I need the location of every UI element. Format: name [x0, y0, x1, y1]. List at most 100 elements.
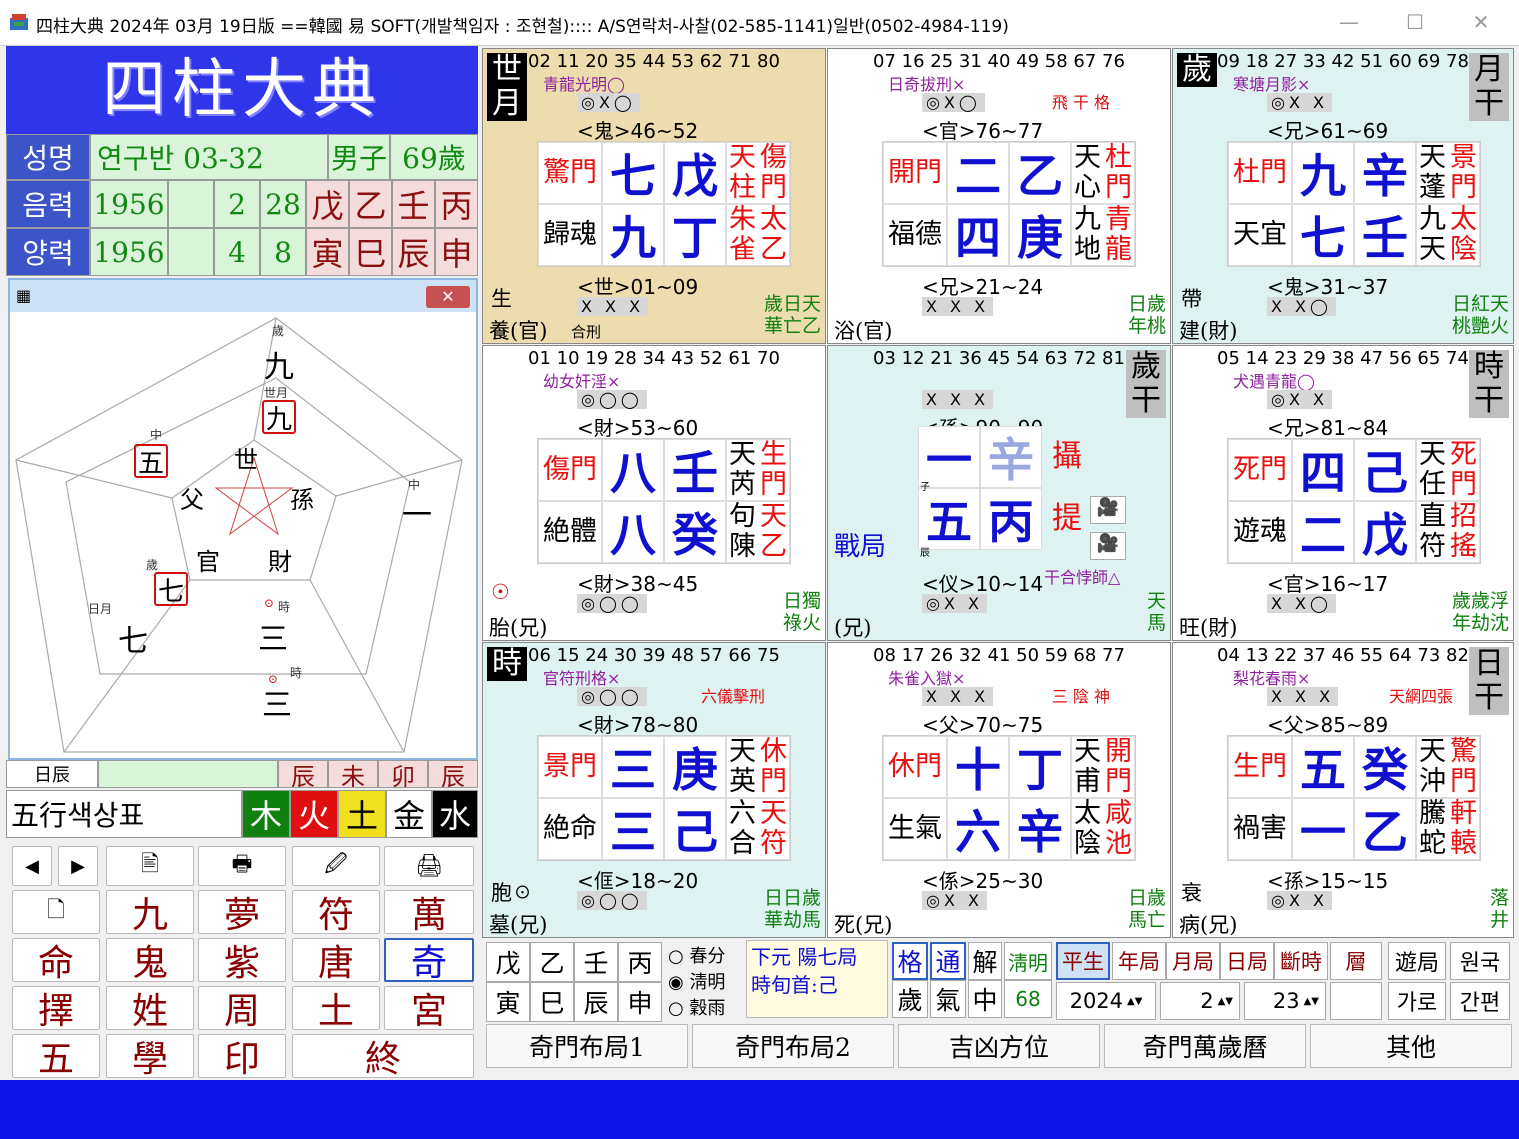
option-tong[interactable]: 通: [930, 942, 966, 980]
camera-icon[interactable]: 🎥: [1090, 496, 1126, 524]
day-ju-button[interactable]: 日局: [1220, 942, 1274, 980]
palace-9[interactable]: 04 13 22 37 46 55 64 73 82 梨花春雨× 天網四張 X X X…: [1172, 642, 1514, 938]
print-icon[interactable]: 🖶: [198, 846, 286, 886]
name-field[interactable]: 연구반 03-32: [90, 134, 328, 180]
printer-icon[interactable]: 🖨: [384, 846, 474, 886]
ziwei-button[interactable]: 紫: [198, 938, 286, 984]
calendar-button[interactable]: 萬: [384, 890, 474, 936]
month-ju-button[interactable]: 月局: [1166, 942, 1220, 980]
dream-button[interactable]: 夢: [198, 890, 286, 936]
palace-symbol: 傷門: [538, 439, 602, 501]
next-button[interactable]: ▶: [58, 846, 98, 886]
palace-numbers: 08 17 26 32 41 50 59 68 77: [873, 645, 1125, 666]
layer-button[interactable]: 層: [1330, 942, 1382, 980]
palace-1[interactable]: 02 11 20 35 44 53 62 71 80 青龍光明◯ ◎X◯ <鬼>46~…: [482, 48, 826, 344]
palace-5[interactable]: 03 12 21 36 45 54 63 72 81X X X<孫>90~90一…: [827, 345, 1171, 641]
ghost-button[interactable]: 鬼: [106, 938, 194, 984]
earth-button[interactable]: 土: [292, 986, 380, 1032]
option-jie[interactable]: 解: [968, 942, 1002, 980]
lunar-leap[interactable]: [168, 180, 214, 228]
horizontal-button[interactable]: 가로: [1388, 982, 1446, 1020]
tab-fortune-direction[interactable]: 吉凶方位: [898, 1024, 1100, 1068]
talisman-button[interactable]: 符: [292, 890, 380, 936]
simple-button[interactable]: 간편: [1450, 982, 1510, 1020]
close-icon[interactable]: ✕: [1466, 10, 1496, 36]
palace-6[interactable]: 05 14 23 29 38 47 56 65 74 犬遇青龍◯ ◎X X <兄>81…: [1172, 345, 1514, 641]
palace-symbol-char: 地: [1074, 234, 1101, 265]
prev-button[interactable]: ◀: [12, 846, 52, 886]
hour-ju-button[interactable]: 斷時: [1274, 942, 1328, 980]
palace-symbol-char: 心: [1074, 172, 1101, 203]
seal-button[interactable]: 印: [198, 1034, 286, 1080]
lunar-year[interactable]: 1956: [90, 180, 168, 228]
camera-icon[interactable]: 🎥: [1090, 532, 1126, 560]
lower-left-number: 七: [154, 572, 188, 607]
option-ge[interactable]: 格: [892, 942, 928, 980]
palace-3[interactable]: 09 18 27 33 42 51 60 69 78 寒塘月影× ◎X X <兄>61…: [1172, 48, 1514, 344]
solar-year[interactable]: 1956: [90, 228, 168, 276]
tab-qimen-calendar[interactable]: 奇門萬歲曆: [1104, 1024, 1306, 1068]
five-button[interactable]: 五: [12, 1034, 100, 1080]
palace-numbers: 05 14 23 29 38 47 56 65 74: [1217, 348, 1469, 369]
palace-main-char: 辛: [980, 426, 1042, 488]
radio-qingming[interactable]: ◉ 淸明: [668, 970, 725, 996]
pingsheng-button[interactable]: 平生: [1056, 942, 1110, 980]
yuanguk-button[interactable]: 원국: [1450, 942, 1510, 980]
year-ju-button[interactable]: 年局: [1112, 942, 1166, 980]
palace-symbol: 生門: [1228, 736, 1292, 798]
palace-badge-char: 世: [492, 52, 522, 87]
solar-day[interactable]: 8: [260, 228, 306, 276]
term-radio-group[interactable]: ○ 春分 ◉ 淸明 ○ 穀雨: [668, 944, 725, 1022]
option-zhong[interactable]: 中: [968, 980, 1002, 1018]
palace-main-char: 丁: [1009, 736, 1071, 798]
palace-symbol: 福德: [883, 204, 947, 266]
palace-star-line: 落: [1489, 887, 1509, 909]
palace-side-char: 攝: [1052, 439, 1082, 474]
new-file-icon[interactable]: 🗋: [12, 890, 100, 934]
edit-icon[interactable]: 🖉: [292, 846, 380, 886]
solar-leap[interactable]: [168, 228, 214, 276]
radio-guyu[interactable]: ○ 穀雨: [668, 996, 725, 1022]
exit-button[interactable]: 終: [292, 1034, 474, 1080]
tab-qimen-layout-1[interactable]: 奇門布局1: [486, 1024, 688, 1068]
surname-button[interactable]: 姓: [106, 986, 194, 1032]
palace-main-char: 癸: [1354, 736, 1416, 798]
nine-button[interactable]: 九: [106, 890, 194, 936]
year-spinner[interactable]: 2024 ▲▼: [1056, 982, 1156, 1020]
spin-icon[interactable]: ▲▼: [1127, 996, 1142, 1007]
maximize-icon[interactable]: ☐: [1400, 10, 1430, 36]
lunar-month[interactable]: 2: [214, 180, 260, 228]
tab-qimen-layout-2[interactable]: 奇門布局2: [692, 1024, 894, 1068]
palace-7[interactable]: 06 15 24 30 39 48 57 66 75 官符刑格× 六儀擊刑 ◎◯◯ <財…: [482, 642, 826, 938]
qimen-button[interactable]: 奇: [384, 938, 474, 984]
select-date-button[interactable]: 擇: [12, 986, 100, 1032]
palace-button[interactable]: 宮: [384, 986, 474, 1032]
option-qi[interactable]: 氣: [930, 980, 966, 1018]
spin-icon[interactable]: ▲▼: [1304, 996, 1319, 1007]
spin-icon[interactable]: ▲▼: [1218, 996, 1233, 1007]
palace-star-line: 年桃: [1127, 315, 1166, 337]
study-button[interactable]: 學: [106, 1034, 194, 1080]
solar-month[interactable]: 4: [214, 228, 260, 276]
lunar-day[interactable]: 28: [260, 180, 306, 228]
month-spinner[interactable]: 2 ▲▼: [1160, 982, 1240, 1020]
popup-close-button[interactable]: ✕: [426, 286, 470, 308]
radio-spring-equinox[interactable]: ○ 春分: [668, 944, 725, 970]
palace-main-char: 七: [1292, 204, 1354, 266]
blank-field[interactable]: [1330, 982, 1382, 1020]
zhou-button[interactable]: 周: [198, 986, 286, 1032]
palace-8[interactable]: 08 17 26 32 41 50 59 68 77 朱雀入獄× 三 陰 神 X X …: [827, 642, 1171, 938]
youju-button[interactable]: 遊局: [1388, 942, 1446, 980]
palace-gray-badge: 日干: [1469, 647, 1509, 715]
minimize-icon[interactable]: —: [1334, 10, 1364, 36]
palace-2[interactable]: 07 16 25 31 40 49 58 67 76 日奇拔刑× 飛 干 格 ◎X◯ <…: [827, 48, 1171, 344]
palace-marks-top: X X X: [922, 390, 994, 409]
destiny-button[interactable]: 命: [12, 938, 100, 984]
palace-4[interactable]: 01 10 19 28 34 43 52 61 70 幼女奸淫× ◎◯◯ <財>53~…: [482, 345, 826, 641]
gender-field[interactable]: 男子: [328, 134, 390, 180]
day-spinner[interactable]: 23 ▲▼: [1244, 982, 1326, 1020]
tab-other[interactable]: 其他: [1310, 1024, 1512, 1068]
export-icon[interactable]: 🖹: [106, 846, 194, 886]
tang-button[interactable]: 唐: [292, 938, 380, 984]
option-sui[interactable]: 歲: [892, 980, 928, 1018]
